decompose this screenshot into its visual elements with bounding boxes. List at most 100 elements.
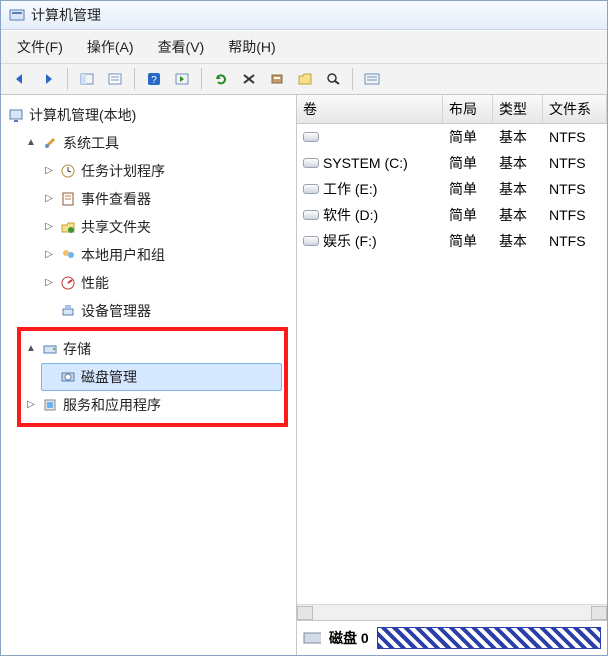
- tree-task-label: 任务计划程序: [81, 159, 165, 183]
- volume-icon: [303, 132, 319, 142]
- tree-disk-management[interactable]: ▷ 磁盘管理: [41, 363, 282, 391]
- col-header-fs[interactable]: 文件系: [543, 95, 607, 123]
- perf-icon: [59, 274, 77, 292]
- cell-type: 基本: [493, 231, 543, 251]
- menu-action[interactable]: 操作(A): [77, 33, 144, 61]
- tree-perf-label: 性能: [81, 271, 109, 295]
- tree-task-scheduler[interactable]: ▷ 任务计划程序: [41, 157, 292, 185]
- collapse-arrow-icon[interactable]: ▷: [43, 215, 55, 239]
- cell-layout: 简单: [443, 153, 493, 173]
- table-row[interactable]: 简单基本NTFS: [297, 124, 607, 150]
- app-icon: [9, 7, 25, 23]
- cell-volume: 娱乐 (F:): [323, 231, 377, 251]
- expand-arrow-icon[interactable]: ▲: [25, 337, 37, 361]
- disk-icon: [59, 368, 77, 386]
- collapse-arrow-icon[interactable]: ▷: [43, 271, 55, 295]
- collapse-arrow-icon[interactable]: ▷: [43, 243, 55, 267]
- cell-fs: NTFS: [543, 207, 607, 223]
- refresh-button[interactable]: [208, 67, 234, 91]
- collapse-arrow-icon[interactable]: ▷: [43, 159, 55, 183]
- menu-help[interactable]: 帮助(H): [218, 33, 285, 61]
- table-row[interactable]: 软件 (D:) 简单基本NTFS: [297, 202, 607, 228]
- cell-volume: 工作 (E:): [323, 179, 377, 199]
- action-button[interactable]: [169, 67, 195, 91]
- cell-volume: SYSTEM (C:): [323, 155, 408, 171]
- toolbar-separator: [67, 68, 68, 90]
- event-icon: [59, 190, 77, 208]
- tree-services-label: 服务和应用程序: [63, 393, 161, 417]
- tree-performance[interactable]: ▷ 性能: [41, 269, 292, 297]
- content-pane: 卷 布局 类型 文件系 简单基本NTFSSYSTEM (C:)简单基本NTFS工…: [297, 95, 607, 655]
- cell-layout: 简单: [443, 127, 493, 147]
- disk-layout-panel[interactable]: 磁盘 0: [297, 620, 607, 655]
- col-header-type[interactable]: 类型: [493, 95, 543, 123]
- scroll-left-button[interactable]: [297, 606, 313, 620]
- disk-partition-bar[interactable]: [377, 627, 601, 649]
- tree-devmgr-label: 设备管理器: [81, 299, 151, 323]
- grid-body[interactable]: 简单基本NTFSSYSTEM (C:)简单基本NTFS工作 (E:)简单基本NT…: [297, 124, 607, 604]
- tree-storage[interactable]: ▲ 存储: [23, 335, 282, 363]
- settings-button[interactable]: [264, 67, 290, 91]
- toolbar-separator: [134, 68, 135, 90]
- tree-shared-folders[interactable]: ▷ 共享文件夹: [41, 213, 292, 241]
- cell-layout: 简单: [443, 205, 493, 225]
- device-icon: [59, 302, 77, 320]
- collapse-arrow-icon[interactable]: ▷: [25, 393, 37, 417]
- list-button[interactable]: [359, 67, 385, 91]
- tree-disk-label: 磁盘管理: [81, 365, 137, 389]
- services-icon: [41, 396, 59, 414]
- tree-event-viewer[interactable]: ▷ 事件查看器: [41, 185, 292, 213]
- computer-icon: [7, 106, 25, 124]
- toolbar-separator: [352, 68, 353, 90]
- cell-volume: 软件 (D:): [323, 205, 378, 225]
- window-title: 计算机管理: [31, 5, 101, 25]
- tree-pane[interactable]: 计算机管理(本地) ▲ 系统工具 ▷ 任务计划程序 ▷ 事件查看器 ▷ 共享文件: [1, 95, 297, 655]
- collapse-arrow-icon[interactable]: ▷: [43, 187, 55, 211]
- cell-type: 基本: [493, 205, 543, 225]
- menu-file[interactable]: 文件(F): [7, 33, 73, 61]
- tools-icon: [41, 134, 59, 152]
- tree-event-label: 事件查看器: [81, 187, 151, 211]
- horizontal-scrollbar[interactable]: [297, 604, 607, 620]
- disk-label: 磁盘 0: [329, 628, 369, 648]
- tree-root[interactable]: 计算机管理(本地): [5, 101, 292, 129]
- properties-button[interactable]: [102, 67, 128, 91]
- tree-root-label: 计算机管理(本地): [29, 103, 136, 127]
- expand-arrow-icon[interactable]: ▲: [25, 131, 37, 155]
- cell-fs: NTFS: [543, 181, 607, 197]
- table-row[interactable]: SYSTEM (C:)简单基本NTFS: [297, 150, 607, 176]
- highlight-annotation: ▲ 存储 ▷ 磁盘管理 ▷ 服务和应用程序: [17, 327, 288, 427]
- help-button[interactable]: ?: [141, 67, 167, 91]
- forward-button[interactable]: [35, 67, 61, 91]
- find-button[interactable]: [320, 67, 346, 91]
- tree-device-manager[interactable]: ▷ 设备管理器: [41, 297, 292, 325]
- table-row[interactable]: 工作 (E:)简单基本NTFS: [297, 176, 607, 202]
- tree-storage-label: 存储: [63, 337, 91, 361]
- back-button[interactable]: [7, 67, 33, 91]
- users-icon: [59, 246, 77, 264]
- disk-icon: [303, 629, 321, 647]
- menu-view[interactable]: 查看(V): [148, 33, 215, 61]
- scroll-right-button[interactable]: [591, 606, 607, 620]
- delete-button[interactable]: [236, 67, 262, 91]
- toolbar-separator: [201, 68, 202, 90]
- col-header-volume[interactable]: 卷: [297, 95, 443, 123]
- open-button[interactable]: [292, 67, 318, 91]
- tree-systools-label: 系统工具: [63, 131, 119, 155]
- cell-fs: NTFS: [543, 129, 607, 145]
- col-header-layout[interactable]: 布局: [443, 95, 493, 123]
- title-bar[interactable]: 计算机管理: [1, 1, 607, 30]
- cell-type: 基本: [493, 179, 543, 199]
- tree-share-label: 共享文件夹: [81, 215, 151, 239]
- show-hide-button[interactable]: [74, 67, 100, 91]
- tree-local-users[interactable]: ▷ 本地用户和组: [41, 241, 292, 269]
- tree-system-tools[interactable]: ▲ 系统工具: [23, 129, 292, 157]
- grid-header: 卷 布局 类型 文件系: [297, 95, 607, 124]
- svg-text:?: ?: [151, 75, 157, 86]
- volume-icon: [303, 158, 319, 168]
- tree-services-apps[interactable]: ▷ 服务和应用程序: [23, 391, 282, 419]
- cell-fs: NTFS: [543, 233, 607, 249]
- toolbar: ?: [1, 64, 607, 95]
- cell-type: 基本: [493, 127, 543, 147]
- table-row[interactable]: 娱乐 (F:)简单基本NTFS: [297, 228, 607, 254]
